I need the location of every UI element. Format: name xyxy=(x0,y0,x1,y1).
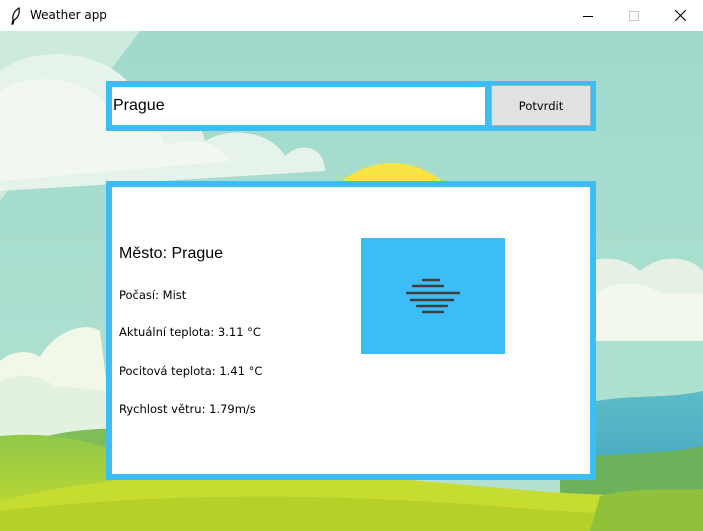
close-button[interactable] xyxy=(657,0,703,31)
mist-icon xyxy=(405,278,461,314)
maximize-icon xyxy=(629,10,639,21)
feather-icon xyxy=(11,7,20,25)
close-icon xyxy=(674,10,686,21)
window-title: Weather app xyxy=(30,8,107,22)
title-bar: Weather app xyxy=(0,0,703,31)
minimize-icon xyxy=(583,15,593,17)
city-search-input[interactable] xyxy=(112,87,485,125)
minimize-button[interactable] xyxy=(565,0,611,31)
current-temperature: Aktuální teplota: 3.11 °C xyxy=(119,325,261,339)
maximize-button[interactable] xyxy=(611,0,657,31)
feels-like-temperature: Pocitová teplota: 1.41 °C xyxy=(119,364,263,378)
wind-speed: Rychlost větru: 1.79m/s xyxy=(119,402,256,416)
confirm-button[interactable]: Potvrdit xyxy=(491,85,591,126)
weather-condition: Počasí: Mist xyxy=(119,288,187,302)
city-label: Město: Prague xyxy=(119,245,224,262)
weather-icon-box xyxy=(361,238,505,354)
